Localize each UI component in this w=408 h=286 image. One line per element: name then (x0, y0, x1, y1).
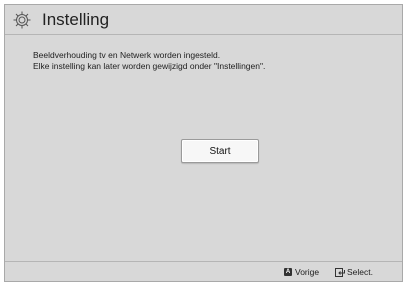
page-title: Instelling (42, 10, 110, 29)
back-hint[interactable]: A Vorige (284, 266, 319, 278)
select-hint[interactable]: Select. (335, 266, 373, 278)
gear-icon (13, 11, 31, 29)
setup-screen: Instelling Beeldverhouding tv en Netwerk… (4, 4, 403, 282)
start-button[interactable]: Start (181, 139, 259, 163)
a-key-icon: A (284, 268, 292, 276)
message-line-2: Elke instelling kan later worden gewijzi… (33, 61, 266, 71)
enter-icon (335, 267, 345, 277)
footer-hints: A Vorige Select. (5, 261, 402, 281)
title-bar: Instelling (5, 5, 402, 35)
select-label: Select. (347, 267, 373, 277)
setup-message: Beeldverhouding tv en Netwerk worden ing… (33, 50, 265, 72)
back-label: Vorige (295, 267, 320, 277)
message-line-1: Beeldverhouding tv en Netwerk worden ing… (33, 50, 221, 60)
